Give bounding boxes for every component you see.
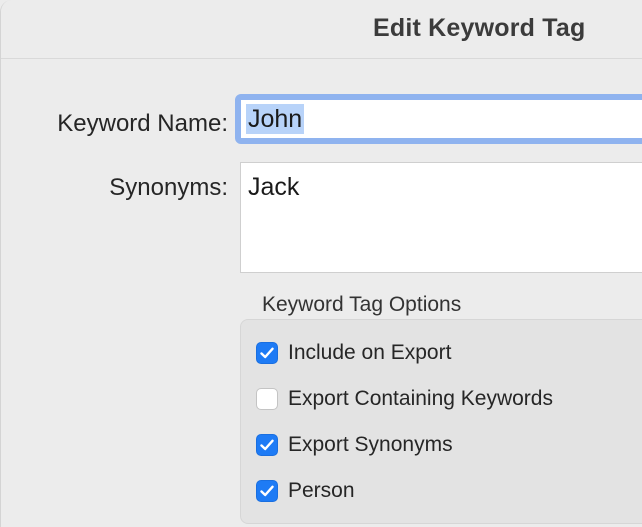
export-containing-keywords-label: Export Containing Keywords [288, 387, 553, 410]
include-on-export-checkbox[interactable] [256, 342, 278, 364]
include-on-export-option[interactable]: Include on Export [256, 340, 451, 366]
person-checkbox[interactable] [256, 480, 278, 502]
dialog-content: Keyword Name: John Synonyms: Jack Keywor… [1, 59, 642, 527]
export-synonyms-checkbox[interactable] [256, 434, 278, 456]
export-synonyms-option[interactable]: Export Synonyms [256, 432, 453, 458]
keyword-name-value: John [246, 104, 305, 134]
synonyms-field[interactable]: Jack [240, 162, 642, 273]
synonyms-label: Synonyms: [109, 174, 228, 201]
keyword-tag-options-title: Keyword Tag Options [262, 293, 462, 316]
person-label: Person [288, 479, 355, 502]
checkmark-icon [260, 347, 274, 359]
export-synonyms-label: Export Synonyms [288, 433, 453, 456]
include-on-export-label: Include on Export [288, 341, 452, 364]
keyword-name-label: Keyword Name: [57, 110, 228, 137]
keyword-name-field[interactable]: John [241, 100, 642, 138]
checkmark-icon [260, 439, 274, 451]
keyword-tag-options-group: Include on Export Export Containing Keyw… [240, 319, 642, 524]
synonyms-value: Jack [248, 173, 300, 201]
title-bar[interactable]: Edit Keyword Tag [1, 0, 642, 59]
checkmark-icon [260, 485, 274, 497]
export-containing-keywords-checkbox[interactable] [256, 388, 278, 410]
export-containing-keywords-option[interactable]: Export Containing Keywords [256, 386, 553, 412]
edit-keyword-tag-dialog: Edit Keyword Tag Keyword Name: John Syno… [0, 0, 642, 527]
person-option[interactable]: Person [256, 478, 355, 504]
dialog-title: Edit Keyword Tag [373, 14, 586, 42]
